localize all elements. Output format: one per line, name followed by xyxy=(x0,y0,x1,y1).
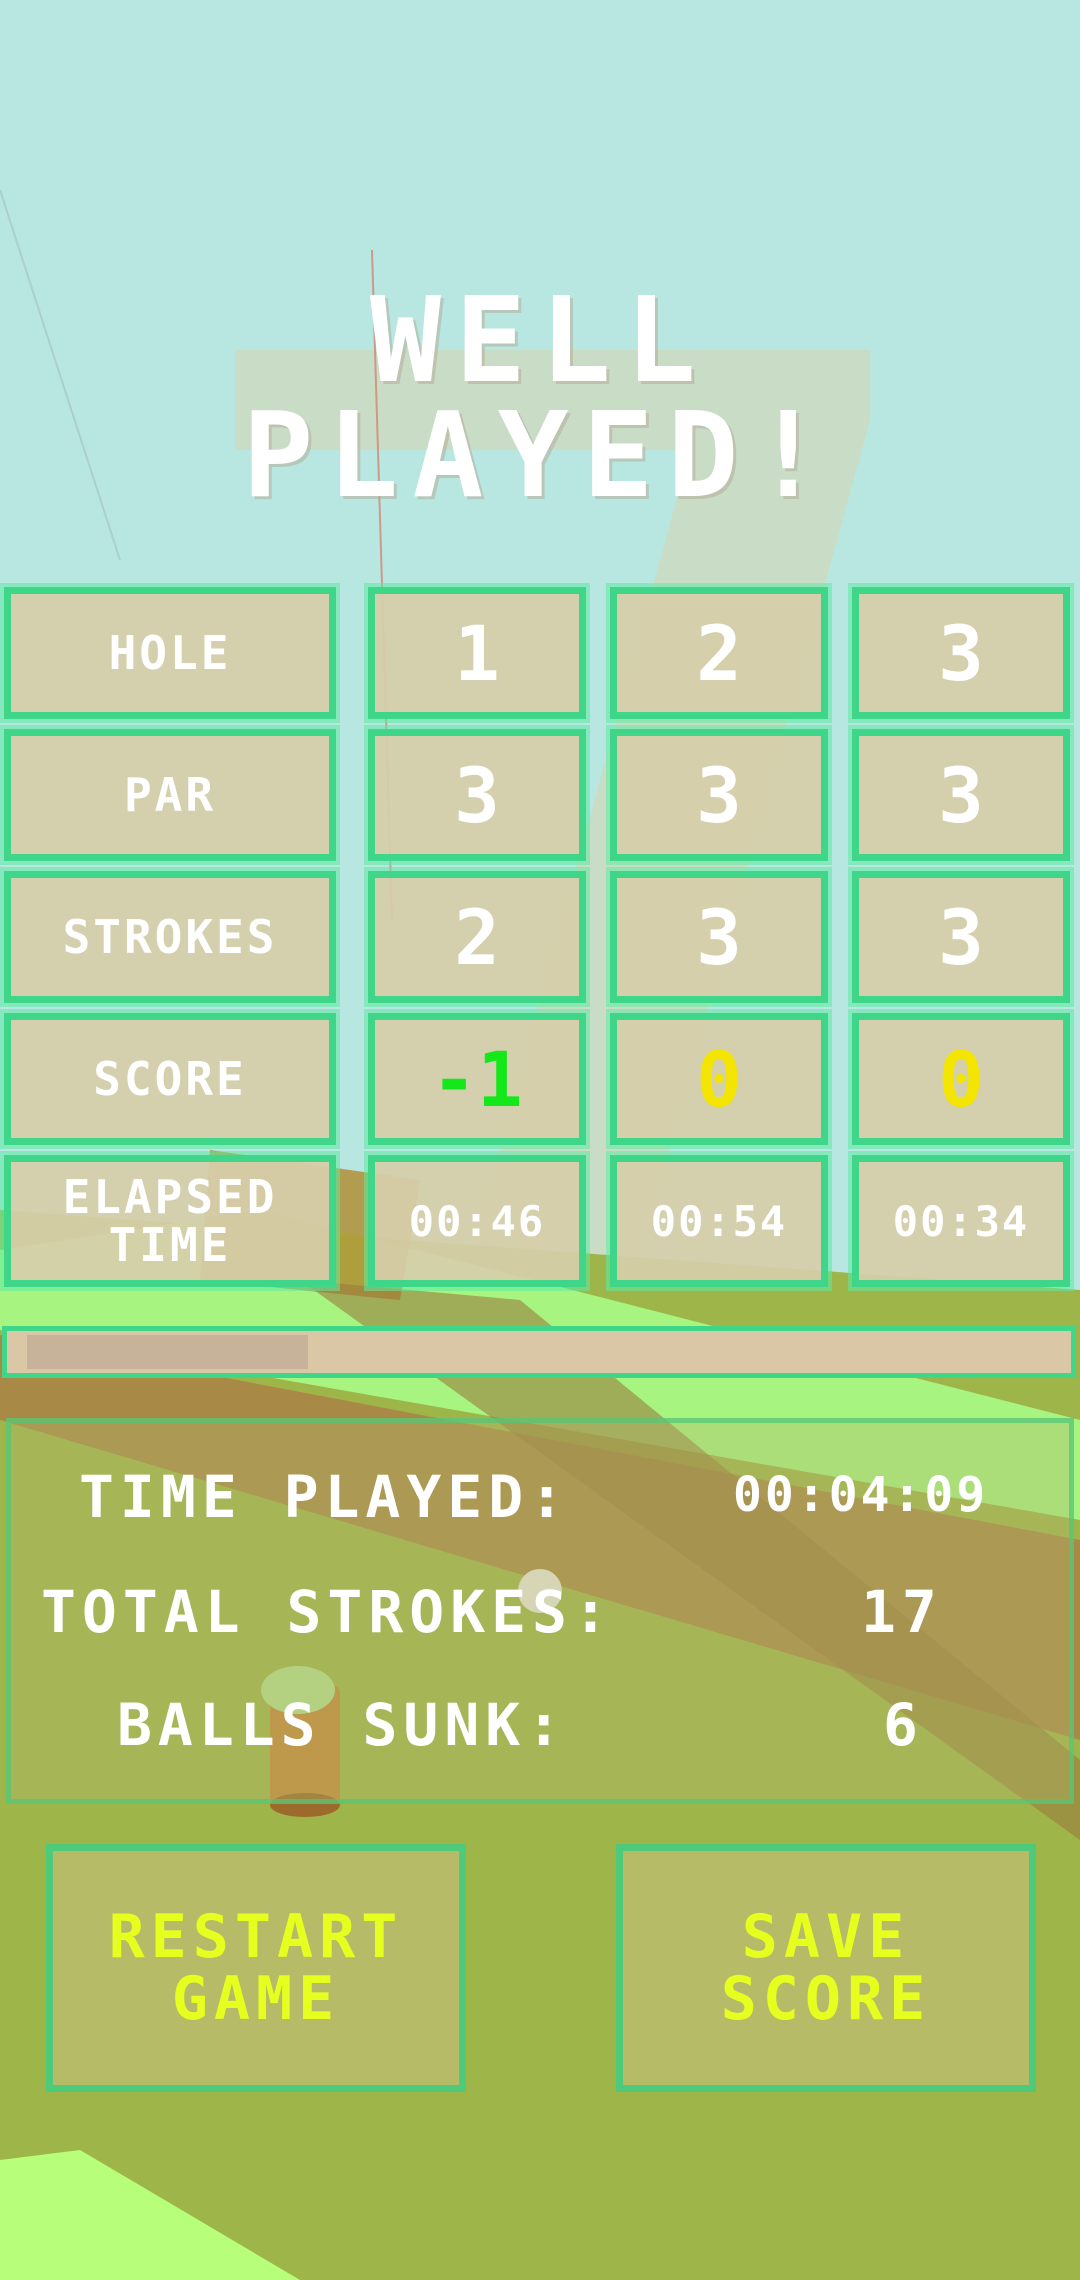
hole-score: -1 xyxy=(368,1013,586,1145)
row-label-hole: HOLE xyxy=(4,587,336,719)
hole-strokes: 3 xyxy=(852,871,1070,1003)
balls-sunk-label: BALLS SUNK: xyxy=(117,1691,568,1759)
row-label-elapsed-line-1: ELAPSED xyxy=(62,1170,278,1224)
title-line-1: WELL xyxy=(369,271,711,409)
summary-panel: TIME PLAYED: 00:04:09 TOTAL STROKES: 17 … xyxy=(6,1418,1074,1804)
hole-elapsed-time: 00:46 xyxy=(368,1155,586,1287)
total-strokes-label: TOTAL STROKES: xyxy=(41,1578,614,1646)
hole-strokes: 3 xyxy=(610,871,828,1003)
time-played-value: 00:04:09 xyxy=(733,1467,989,1523)
row-label-strokes: STROKES xyxy=(4,871,336,1003)
hole-score: 0 xyxy=(852,1013,1070,1145)
hole-elapsed-time: 00:54 xyxy=(610,1155,828,1287)
total-strokes-value: 17 xyxy=(861,1578,943,1646)
row-label-par: PAR xyxy=(4,729,336,861)
progress-bar xyxy=(2,1326,1076,1378)
row-label-score: SCORE xyxy=(4,1013,336,1145)
save-button-line-2: SCORE xyxy=(720,1964,932,2034)
progress-bar-fill xyxy=(27,1335,308,1369)
scorecard: HOLE 1 2 3 PAR 3 3 3 STROKES 2 3 3 SCORE… xyxy=(0,585,1080,1295)
hole-elapsed-time: 00:34 xyxy=(852,1155,1070,1287)
hole-par: 3 xyxy=(368,729,586,861)
restart-button-line-1: RESTART xyxy=(108,1902,404,1972)
save-button-line-1: SAVE xyxy=(741,1902,911,1972)
title-line-2: PLAYED! xyxy=(242,386,838,524)
hole-par: 3 xyxy=(852,729,1070,861)
hole-number: 3 xyxy=(852,587,1070,719)
balls-sunk-value: 6 xyxy=(883,1691,924,1759)
hole-par: 3 xyxy=(610,729,828,861)
row-label-elapsed-time: ELAPSED TIME xyxy=(4,1155,336,1287)
hole-strokes: 2 xyxy=(368,871,586,1003)
save-score-button[interactable]: SAVE SCORE xyxy=(616,1844,1036,2092)
hole-score: 0 xyxy=(610,1013,828,1145)
restart-button-line-2: GAME xyxy=(171,1964,341,2034)
row-label-elapsed-line-2: TIME xyxy=(108,1218,232,1272)
restart-game-button[interactable]: RESTART GAME xyxy=(46,1844,466,2092)
hole-number: 1 xyxy=(368,587,586,719)
time-played-label: TIME PLAYED: xyxy=(79,1463,571,1531)
hole-number: 2 xyxy=(610,587,828,719)
